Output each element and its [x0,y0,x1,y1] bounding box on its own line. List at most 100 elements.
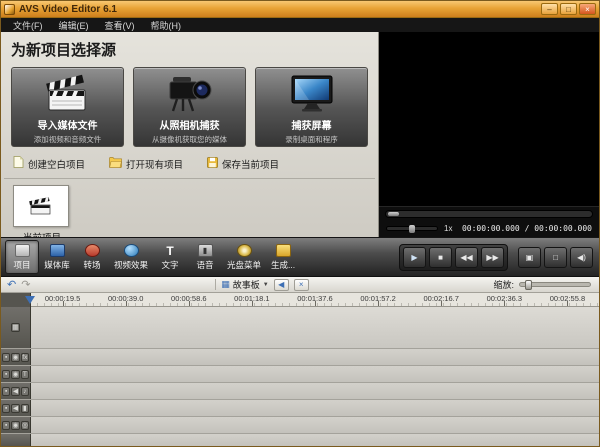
clapperboard-icon [46,72,90,116]
voice-track: ▪ ◀ ▮ [1,400,599,417]
video-track: ▦ [1,307,599,349]
tab-video-effects[interactable]: 视频效果 [110,240,152,274]
music-note-icon: ♪ [21,387,29,396]
menu-file[interactable]: 文件(F) [5,19,51,32]
timeline-delete-button[interactable]: × [294,279,309,291]
current-project-thumbnail[interactable] [13,185,69,227]
seek-slider-thumb[interactable] [388,212,399,216]
maximize-button[interactable]: □ [560,3,577,15]
timeline-gutter-header [1,293,31,307]
lock-icon[interactable]: ▪ [2,387,10,396]
fullscreen-button[interactable]: □ [544,247,567,268]
open-project-link[interactable]: 打开现有项目 [109,157,183,171]
eye-icon[interactable]: ◉ [11,353,19,362]
transport-controls: ▶ ■ ◀◀ ▶▶ [399,244,508,271]
minimize-button[interactable]: – [541,3,558,15]
menu-view[interactable]: 查看(V) [97,19,143,32]
tracks-filler [1,434,599,446]
lock-icon[interactable]: ▪ [2,421,10,430]
menu-edit[interactable]: 编辑(E) [51,19,97,32]
rewind-button[interactable]: ◀◀ [455,247,478,268]
audio-track-header[interactable]: ▪ ◀ ♪ [1,383,31,399]
seek-slider[interactable] [385,210,593,218]
effects-icon: fx [21,353,29,362]
capture-screen-button[interactable]: 捕获屏幕 录制桌面和程序 [255,67,368,147]
tab-text[interactable]: T 文字 [153,240,187,274]
voice-track-lane[interactable] [31,400,599,416]
filler-lane [31,434,599,446]
ruler-tick: 00:01:18.1 [220,293,283,306]
close-button[interactable]: × [579,3,596,15]
forward-button[interactable]: ▶▶ [481,247,504,268]
lock-icon[interactable]: ▪ [2,370,10,379]
effects-track-lane[interactable] [31,349,599,365]
storyboard-toggle[interactable]: ▦ 故事板 ▼ [221,278,268,291]
timeline-tracks: ▦ ▪ ◉ fx ▪ ◉ T ▪ ◀ ♪ [1,307,599,446]
ruler-tick: 00:00:58.6 [157,293,220,306]
video-track-header[interactable]: ▦ [1,307,31,348]
speed-slider-thumb[interactable] [409,225,415,233]
stop-button[interactable]: ■ [429,247,452,268]
create-blank-project-link[interactable]: 创建空白项目 [13,156,85,171]
storyboard-label: 故事板 [233,278,260,291]
video-track-lane[interactable] [31,307,599,348]
capture-camera-button[interactable]: 从照相机捕获 从摄像机获取您的媒体 [133,67,246,147]
ruler-tick: 00:01:37.6 [283,293,346,306]
start-panel: 为新项目选择源 [1,32,379,237]
effects-track-header[interactable]: ▪ ◉ fx [1,349,31,365]
text-icon: T [163,244,178,257]
speaker-icon[interactable]: ◀ [11,387,19,396]
eye-icon[interactable]: ◉ [11,421,19,430]
action-label: 创建空白项目 [28,157,85,171]
tab-transitions[interactable]: 转场 [75,240,109,274]
window-title: AVS Video Editor 6.1 [19,4,539,15]
lock-icon[interactable]: ▪ [2,353,10,362]
speaker-icon[interactable]: ◀ [11,404,19,413]
ruler-tick: 00:00:19.5 [31,293,94,306]
menu-track-lane[interactable] [31,417,599,433]
speed-slider[interactable] [386,226,438,231]
tab-disc-menu[interactable]: 光盘菜单 [223,240,265,274]
import-media-button[interactable]: 导入媒体文件 添加视频和音频文件 [11,67,124,147]
undo-button[interactable]: ↶ [7,279,16,291]
save-project-link[interactable]: 保存当前项目 [207,157,279,171]
tab-project[interactable]: 项目 [5,240,39,274]
ruler-tick: 00:02:55.8 [536,293,599,306]
volume-button[interactable]: ◀) [570,247,593,268]
current-project-section: 当前项目 [1,179,378,244]
play-button[interactable]: ▶ [403,247,426,268]
tab-voice[interactable]: ▮ 语音 [188,240,222,274]
menu-track-header[interactable]: ▪ ◉ ◎ [1,417,31,433]
timecode-display: 00:00:00.000 / 00:00:00.000 [462,224,592,233]
tab-label: 媒体库 [44,259,70,271]
tab-label: 文字 [162,259,179,271]
titlebar[interactable]: AVS Video Editor 6.1 – □ × [1,1,599,18]
action-label: 打开现有项目 [126,157,183,171]
redo-button[interactable]: ↷ [21,279,30,291]
microphone-icon: ▮ [198,244,213,257]
lock-icon[interactable]: ▪ [2,404,10,413]
timeline-ruler[interactable]: 00:00:19.5 00:00:39.0 00:00:58.6 00:01:1… [31,293,599,307]
zoom-slider[interactable] [519,282,591,287]
storyboard-icon: ▦ [221,279,230,290]
divider [215,279,216,290]
eye-icon[interactable]: ◉ [11,370,19,379]
text-track-header[interactable]: ▪ ◉ T [1,366,31,382]
menu-help[interactable]: 帮助(H) [143,19,190,32]
main-area: 为新项目选择源 [1,32,599,237]
audio-track-lane[interactable] [31,383,599,399]
playhead-marker[interactable] [25,296,35,304]
snapshot-button[interactable]: ▣ [518,247,541,268]
text-track-lane[interactable] [31,366,599,382]
source-label: 导入媒体文件 [38,117,98,132]
zoom-slider-thumb[interactable] [525,280,532,290]
tab-label: 语音 [197,259,214,271]
timeline-mute-button[interactable]: ◀ [274,279,289,291]
text-icon: T [21,370,29,379]
save-icon [207,157,218,171]
tab-media-library[interactable]: 媒体库 [40,240,74,274]
tab-produce[interactable]: 生成... [266,240,300,274]
source-desc: 从摄像机获取您的媒体 [152,134,227,145]
timeline-ruler-row: 00:00:19.5 00:00:39.0 00:00:58.6 00:01:1… [1,293,599,307]
voice-track-header[interactable]: ▪ ◀ ▮ [1,400,31,416]
